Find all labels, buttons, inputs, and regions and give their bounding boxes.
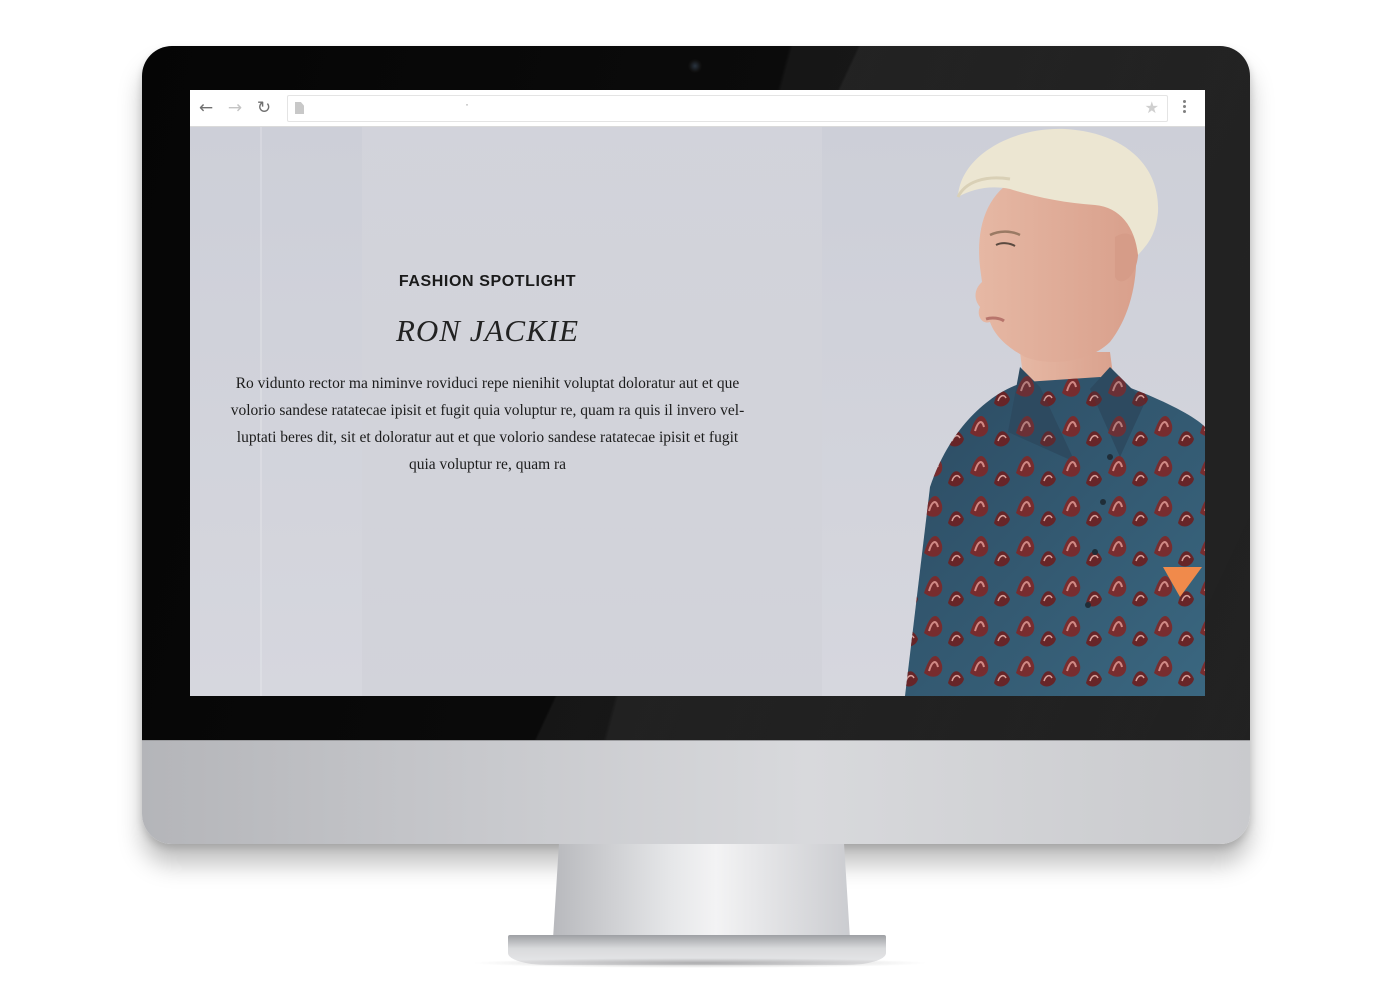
arrow-right-icon: → bbox=[227, 98, 243, 118]
arrow-left-icon: ← bbox=[198, 98, 214, 118]
browser-window: ← → ↻ · ★ FASHION SPOTLIGHT RON JACKIE R… bbox=[190, 90, 1205, 696]
monitor-chin bbox=[142, 740, 1250, 844]
desk-shadow bbox=[470, 958, 930, 968]
body-line: luptati beres dit, sit et doloratur aut … bbox=[236, 429, 739, 446]
url-text: · bbox=[465, 97, 469, 111]
body-line: quia voluptur re, quam ra bbox=[408, 456, 567, 473]
chin-divider bbox=[142, 740, 1250, 741]
reload-icon: ↻ bbox=[256, 98, 272, 118]
section-eyebrow: FASHION SPOTLIGHT bbox=[398, 273, 577, 290]
body-line: Ro vidunto rector ma niminve roviduci re… bbox=[235, 375, 740, 392]
bookmark-star-icon[interactable]: ★ bbox=[1145, 98, 1159, 117]
browser-toolbar: ← → ↻ · ★ bbox=[190, 90, 1205, 127]
forward-button[interactable]: → bbox=[225, 98, 245, 118]
monitor-stand bbox=[553, 844, 850, 939]
page-icon bbox=[295, 102, 304, 114]
hero-section: FASHION SPOTLIGHT RON JACKIE Ro vidunto … bbox=[190, 127, 1205, 696]
browser-menu-button[interactable] bbox=[1179, 98, 1189, 118]
back-button[interactable]: ← bbox=[196, 98, 216, 118]
hero-text: FASHION SPOTLIGHT RON JACKIE Ro vidunto … bbox=[200, 127, 775, 696]
model-photo bbox=[905, 128, 1205, 696]
designer-name: RON JACKIE bbox=[395, 313, 580, 348]
webcam-icon bbox=[688, 59, 702, 73]
address-bar[interactable]: · ★ bbox=[287, 95, 1168, 122]
hero-body: Ro vidunto rector ma niminve roviduci re… bbox=[200, 370, 775, 478]
reload-button[interactable]: ↻ bbox=[254, 98, 274, 118]
body-line: volorio sandese ratatecae ipisit et fugi… bbox=[230, 402, 745, 419]
